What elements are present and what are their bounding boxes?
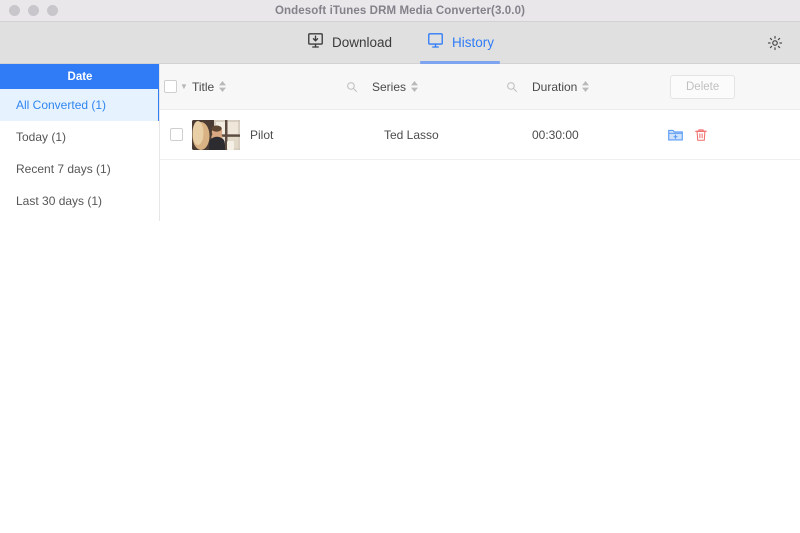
cell-duration: 00:30:00 [532,128,662,142]
sidebar-item-label: Last 30 days (1) [16,194,103,208]
search-icon[interactable] [346,81,358,93]
search-icon[interactable] [506,81,518,93]
sort-arrows-icon[interactable] [411,81,419,92]
table-row[interactable]: Pilot Ted Lasso 00:30:00 [160,110,800,160]
sidebar-item-recent-7-days[interactable]: Recent 7 days (1) [0,153,160,185]
row-select-cell [160,128,192,141]
select-all-checkbox[interactable] [164,80,178,93]
tab-history-label: History [452,35,495,50]
sidebar-item-today[interactable]: Today (1) [0,121,160,153]
sort-arrows-icon[interactable] [219,81,227,92]
select-all-cell: ▼ [160,80,192,93]
tab-bar: Download History [304,22,501,64]
video-thumbnail [192,119,240,150]
sort-arrows-icon[interactable] [582,81,590,92]
app-window: Ondesoft iTunes DRM Media Converter(3.0.… [0,0,800,533]
cell-title-text: Pilot [250,127,274,142]
sidebar-item-all-converted[interactable]: All Converted (1) [0,89,160,121]
column-header-duration[interactable]: Duration [532,80,662,94]
title-bar: Ondesoft iTunes DRM Media Converter(3.0.… [0,0,800,22]
app-body: Date All Converted (1) Today (1) Recent … [0,64,800,533]
cell-title: Pilot [192,119,372,150]
main-toolbar: Download History [0,22,800,64]
chevron-down-icon[interactable]: ▼ [180,82,188,91]
sidebar: Date All Converted (1) Today (1) Recent … [0,64,160,533]
tab-download[interactable]: Download [304,22,394,64]
sidebar-header: Date [0,64,160,89]
cell-actions [662,126,800,143]
column-header-title-label: Title [192,79,215,94]
delete-icon[interactable] [688,127,714,143]
column-header-duration-label: Duration [532,79,578,94]
sidebar-item-label: Today (1) [16,130,67,144]
sidebar-item-label: Recent 7 days (1) [16,162,111,176]
cell-duration-text: 00:30:00 [532,127,579,142]
gear-icon[interactable] [764,32,786,54]
header-actions-cell: Delete [662,74,800,99]
table-empty-area [160,160,800,533]
column-header-series-label: Series [372,79,407,94]
row-checkbox[interactable] [169,128,183,141]
sidebar-item-last-30-days[interactable]: Last 30 days (1) [0,185,160,217]
column-header-title[interactable]: Title [192,80,372,94]
monitor-icon [426,31,445,55]
cell-series: Ted Lasso [372,128,532,142]
tab-download-label: Download [331,35,393,50]
download-monitor-icon [306,31,325,55]
sidebar-item-label: All Converted (1) [16,98,107,112]
history-table: ▼ Title Series Duration Delete Pilot Ted… [160,64,800,533]
tab-history[interactable]: History [420,22,501,64]
delete-button[interactable]: Delete [670,74,736,99]
window-title: Ondesoft iTunes DRM Media Converter(3.0.… [275,4,525,17]
cell-series-text: Ted Lasso [384,127,439,142]
open-folder-icon[interactable] [662,126,688,143]
table-header-row: ▼ Title Series Duration Delete [160,64,800,110]
column-header-series[interactable]: Series [372,80,532,94]
